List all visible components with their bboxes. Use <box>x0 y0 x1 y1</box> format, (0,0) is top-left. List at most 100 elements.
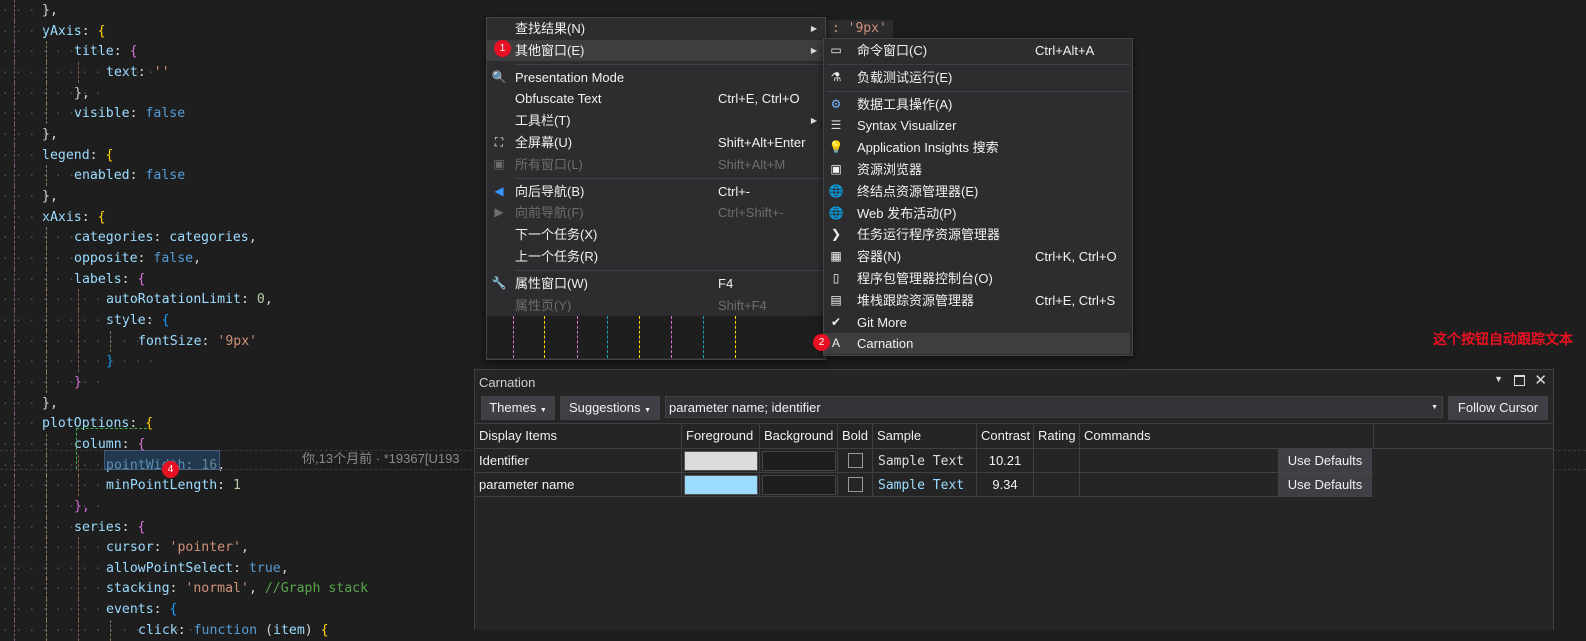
chevron-down-icon: ▼ <box>644 407 652 414</box>
contrast-cell: 9.34 <box>977 473 1034 497</box>
submenu-item[interactable]: ☰ Syntax Visualizer <box>824 115 1130 136</box>
code-token: , <box>193 251 202 266</box>
chevron-down-icon[interactable]: ▼ <box>1431 397 1438 419</box>
submenu-item[interactable]: ▤ 堆栈跟踪资源管理器 Ctrl+E, Ctrl+S <box>824 290 1130 311</box>
whitespace-marker: · · · · · · · · · · · · <box>2 293 161 306</box>
code-token: item <box>273 623 305 638</box>
syntax-tree-icon: ☰ <box>830 118 842 132</box>
foreground-color-swatch[interactable] <box>684 475 758 495</box>
whitespace-marker: · · · · · · · · · · · · <box>2 541 161 554</box>
column-header[interactable]: Sample <box>873 424 977 448</box>
code-token: { <box>320 623 329 638</box>
column-header[interactable]: Foreground <box>682 424 760 448</box>
contrast-value: 9.34 <box>992 477 1018 492</box>
submenu-item[interactable]: ⚗ 负载测试运行(E) <box>824 67 1130 88</box>
rating-cell <box>1034 449 1080 473</box>
menu-item[interactable]: 🔧 属性窗口(W) F4 <box>487 273 823 294</box>
background-cell[interactable] <box>760 449 838 473</box>
submenu-arrow-icon: ▶ <box>810 24 817 33</box>
submenu-item[interactable]: ▯ 程序包管理器控制台(O) <box>824 268 1130 289</box>
panel-title: Carnation <box>479 375 536 390</box>
menu-item-shortcut: Shift+Alt+M <box>718 157 786 172</box>
bold-checkbox[interactable] <box>848 453 863 468</box>
code-token: : <box>233 561 249 576</box>
chevron-down-icon: ▼ <box>539 407 547 414</box>
foreground-cell[interactable] <box>682 449 760 473</box>
submenu-item[interactable]: A Carnation <box>824 333 1130 354</box>
column-header[interactable]: Contrast <box>977 424 1034 448</box>
submenu-item[interactable]: ⚙ 数据工具操作(A) <box>824 94 1130 115</box>
menu-item[interactable]: 下一个任务(X) <box>487 224 823 245</box>
menu-item[interactable]: 查找结果(N) ▶ <box>487 18 823 39</box>
code-token: : <box>153 230 170 245</box>
code-token: : <box>217 478 234 493</box>
whitespace-marker: · · · · <box>2 190 55 203</box>
code-token: , <box>280 561 289 576</box>
submenu-item[interactable]: ▦ 容器(N) Ctrl+K, Ctrl+O <box>824 246 1130 267</box>
menu-item[interactable]: 上一个任务(R) <box>487 246 823 267</box>
submenu-item[interactable]: ❯ 任务运行程序资源管理器 <box>824 224 1130 245</box>
submenu-item[interactable]: 🌐 Web 发布活动(P) <box>824 203 1130 224</box>
menu-item[interactable]: ⛶ 全屏幕(U) Shift+Alt+Enter <box>487 132 823 153</box>
menu-item[interactable]: 工具栏(T) ▶ <box>487 110 823 131</box>
foreground-color-swatch[interactable] <box>684 451 758 471</box>
submenu-item[interactable]: 🌐 终结点资源管理器(E) <box>824 181 1130 202</box>
git-blame-codelens[interactable]: 你,13个月前 · *19367[U193 <box>302 450 460 468</box>
menu-item[interactable]: Obfuscate Text Ctrl+E, Ctrl+O <box>487 88 823 109</box>
submenu-item-label: 命令窗口(C) <box>857 43 928 58</box>
whitespace-marker: · · · · · · · · <box>2 376 108 389</box>
background-color-swatch[interactable] <box>762 451 836 471</box>
foreground-cell[interactable] <box>682 473 760 497</box>
bold-checkbox[interactable] <box>848 477 863 492</box>
submenu-item-label: Carnation <box>857 336 914 351</box>
column-header[interactable]: Display Items <box>475 424 682 448</box>
menu-item-label: 下一个任务(X) <box>515 227 598 242</box>
menu-item[interactable]: 其他窗口(E) ▶ <box>487 40 823 61</box>
column-header[interactable]: Rating <box>1034 424 1080 448</box>
use-defaults-button[interactable]: Use Defaults <box>1278 473 1372 497</box>
display-item-cell[interactable]: parameter name <box>475 473 682 497</box>
submenu-item[interactable]: ✔ Git More <box>824 312 1130 333</box>
suggestions-button[interactable]: Suggestions ▼ <box>560 396 660 420</box>
themes-button[interactable]: Themes ▼ <box>481 396 555 420</box>
command-window-icon: ▭ <box>830 43 842 57</box>
menu-separator <box>515 178 823 179</box>
back-icon: ◀ <box>494 184 504 198</box>
menu-item-label: Presentation Mode <box>515 70 625 85</box>
column-header[interactable]: Bold <box>838 424 873 448</box>
bold-cell[interactable] <box>838 449 873 473</box>
editor-preview-strip <box>487 316 825 358</box>
whitespace-marker: · · · · · · · · · · · · <box>2 603 161 616</box>
whitespace-marker: · · · · · · · · <box>2 169 108 182</box>
submenu-item[interactable]: ▭ 命令窗口(C) Ctrl+Alt+A <box>824 40 1130 61</box>
menu-item[interactable]: 🔍 Presentation Mode <box>487 67 823 88</box>
submenu-item[interactable]: ▣ 资源浏览器 <box>824 159 1130 180</box>
annotation-badge-4: 4 <box>162 461 179 478</box>
menu-item[interactable]: ◀ 向后导航(B) Ctrl+- <box>487 181 823 202</box>
column-header[interactable]: Commands <box>1080 424 1374 448</box>
dropdown-window-icon[interactable]: ▼ <box>1494 374 1503 384</box>
follow-cursor-button[interactable]: Follow Cursor <box>1448 396 1548 420</box>
maximize-icon[interactable] <box>1514 375 1525 386</box>
submenu-item-shortcut: Ctrl+K, Ctrl+O <box>1035 249 1117 264</box>
item-filter-combobox[interactable]: parameter name; identifier ▼ <box>665 396 1443 418</box>
background-color-swatch[interactable] <box>762 475 836 495</box>
close-icon[interactable]: ✕ <box>1534 371 1547 389</box>
menu-item-label: 全屏幕(U) <box>515 135 573 150</box>
whitespace-marker: · · · · · · · · · · · · <box>2 582 161 595</box>
menu-item-label: 所有窗口(L) <box>515 157 583 172</box>
display-item-cell[interactable]: Identifier <box>475 449 682 473</box>
whitespace-marker: · · · · · · · · <box>2 231 108 244</box>
display-items-grid: Display Items Foreground Background Bold Sam… <box>475 423 1553 631</box>
submenu-item[interactable]: 💡 Application Insights 搜索 <box>824 137 1130 158</box>
menu-item: ▶ 向前导航(F) Ctrl+Shift+- <box>487 202 823 223</box>
background-cell[interactable] <box>760 473 838 497</box>
use-defaults-button[interactable]: Use Defaults <box>1278 449 1372 473</box>
code-token: { <box>97 210 106 225</box>
code-token: '9px' <box>217 334 258 349</box>
menu-separator <box>515 270 823 271</box>
column-header[interactable]: Background <box>760 424 838 448</box>
code-token: { <box>129 44 138 59</box>
annotation-note: 这个按钮自动跟踪文本 <box>1433 331 1573 347</box>
bold-cell[interactable] <box>838 473 873 497</box>
